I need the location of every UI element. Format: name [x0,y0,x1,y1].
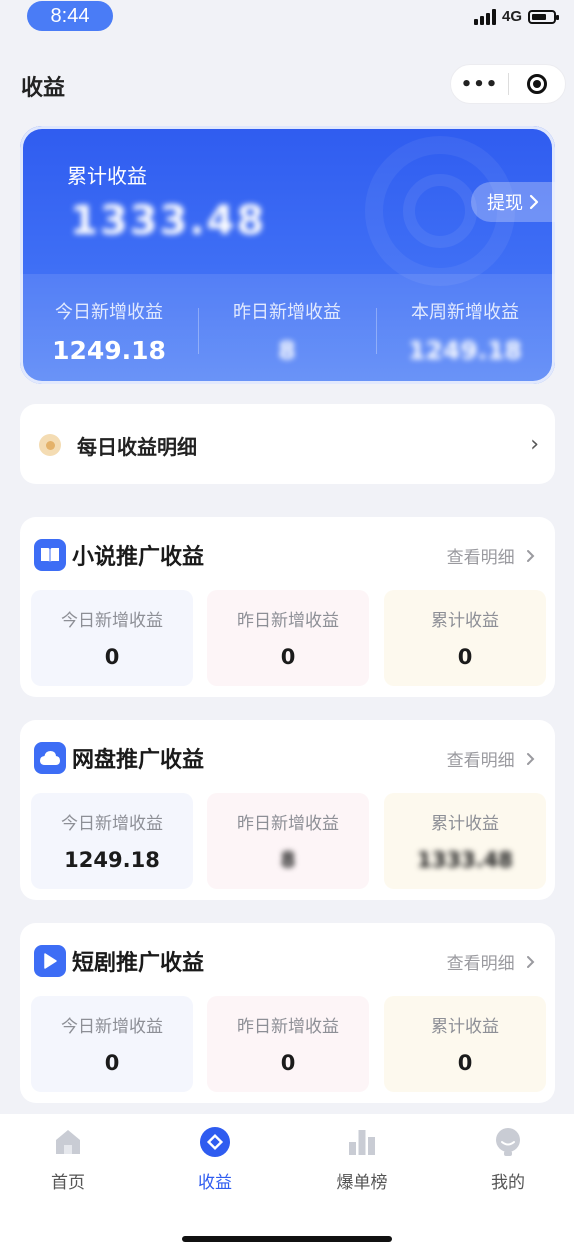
view-detail-link[interactable]: 查看明细 [447,543,535,568]
tab-profile[interactable]: 我的 [463,1126,553,1193]
summary-week-label: 本周新增收益 [411,302,519,323]
stat-label: 今日新增收益 [61,814,163,834]
tab-ranking[interactable]: 爆单榜 [317,1126,407,1193]
stat-value: 0 [457,1051,473,1075]
chevron-right-icon [527,956,535,968]
play-icon [34,945,66,977]
summary-yesterday: 昨日新增收益 8 [198,274,376,384]
summary-yesterday-label: 昨日新增收益 [233,302,341,323]
tab-label: 我的 [491,1173,525,1193]
total-earnings-value: 1333.48 [70,198,267,244]
summary-yesterday-value: 8 [278,336,296,365]
stat-value: 0 [280,645,296,669]
page-title: 收益 [21,76,66,101]
stat-label: 累计收益 [431,611,499,631]
view-detail-label: 查看明细 [446,548,515,568]
home-indicator[interactable] [182,1236,392,1242]
signal-icon [473,8,496,25]
section-title: 短剧推广收益 [72,951,205,976]
chevron-right-icon [527,550,535,562]
book-icon [34,539,66,571]
more-button[interactable]: ••• [451,74,508,95]
summary-week-value: 1249.18 [408,336,522,365]
stat-total: 累计收益 1333.48 [384,793,546,889]
bottom-tab-bar: 首页 收益 爆单榜 我的 [0,1114,574,1242]
view-detail-label: 查看明细 [446,954,515,974]
network-label: 4G [501,8,522,25]
stat-yesterday: 昨日新增收益 0 [207,996,369,1092]
view-detail-label: 查看明细 [446,751,515,771]
tab-label: 收益 [198,1173,232,1193]
stat-value: 0 [104,645,120,669]
tab-label: 首页 [51,1173,85,1193]
stat-today: 今日新增收益 1249.18 [31,793,193,889]
summary-breakdown: 今日新增收益 1249.18 昨日新增收益 8 本周新增收益 1249.18 [20,274,555,384]
section-title: 小说推广收益 [72,545,205,570]
status-time: 8:44 [27,1,113,31]
total-earnings-label: 累计收益 [67,164,147,188]
cloud-icon [34,742,66,774]
stat-total: 累计收益 0 [384,590,546,686]
drama-earnings-card: 短剧推广收益 查看明细 今日新增收益 0 昨日新增收益 0 累计收益 0 [20,923,555,1103]
stat-label: 昨日新增收益 [237,611,339,631]
stat-yesterday: 昨日新增收益 0 [207,590,369,686]
page-header: 收益 ••• [0,62,574,110]
withdraw-label: 提现 [487,193,523,214]
tab-earnings[interactable]: 收益 [170,1126,260,1193]
home-icon [52,1126,84,1158]
chevron-right-icon [527,753,535,765]
decor-ring-inner-icon [403,174,477,248]
stat-today: 今日新增收益 0 [31,590,193,686]
earnings-icon [199,1126,231,1158]
summary-week: 本周新增收益 1249.18 [376,274,554,384]
tab-home[interactable]: 首页 [23,1126,113,1193]
stat-value: 1333.48 [417,848,513,872]
stat-value: 1249.18 [64,848,160,872]
miniprogram-capsule: ••• [450,64,566,104]
summary-today-value: 1249.18 [52,336,166,365]
stat-label: 今日新增收益 [61,1017,163,1037]
stat-today: 今日新增收益 0 [31,996,193,1092]
ranking-icon [346,1126,378,1158]
chevron-right-icon [529,194,539,210]
stat-label: 昨日新增收益 [237,1017,339,1037]
summary-card: 累计收益 1333.48 提现 今日新增收益 1249.18 昨日新增收益 8 … [20,126,555,384]
profile-icon [492,1126,524,1158]
withdraw-button[interactable]: 提现 [471,182,555,222]
stat-total: 累计收益 0 [384,996,546,1092]
view-detail-link[interactable]: 查看明细 [447,746,535,771]
novel-earnings-card: 小说推广收益 查看明细 今日新增收益 0 昨日新增收益 0 累计收益 0 [20,517,555,697]
cloud-earnings-card: 网盘推广收益 查看明细 今日新增收益 1249.18 昨日新增收益 8 累计收益… [20,720,555,900]
coin-icon [39,434,61,456]
stat-yesterday: 昨日新增收益 8 [207,793,369,889]
stat-value: 8 [280,848,296,872]
view-detail-link[interactable]: 查看明细 [447,949,535,974]
target-icon [526,74,547,94]
stat-label: 昨日新增收益 [237,814,339,834]
summary-today: 今日新增收益 1249.18 [20,274,198,384]
daily-earnings-label: 每日收益明细 [77,435,197,459]
tab-label: 爆单榜 [336,1173,388,1193]
stat-value: 0 [280,1051,296,1075]
status-bar: 8:44 4G [0,0,574,40]
daily-earnings-detail-row[interactable]: 每日收益明细 › [20,404,555,484]
stat-value: 0 [104,1051,120,1075]
section-title: 网盘推广收益 [72,748,205,773]
close-miniprogram-button[interactable] [509,74,565,94]
stat-label: 今日新增收益 [61,611,163,631]
status-indicators: 4G [473,8,559,25]
stat-label: 累计收益 [431,814,499,834]
stat-value: 0 [457,645,473,669]
summary-today-label: 今日新增收益 [55,302,163,323]
chevron-right-icon: › [530,432,539,457]
battery-icon [528,9,559,24]
stat-label: 累计收益 [431,1017,499,1037]
